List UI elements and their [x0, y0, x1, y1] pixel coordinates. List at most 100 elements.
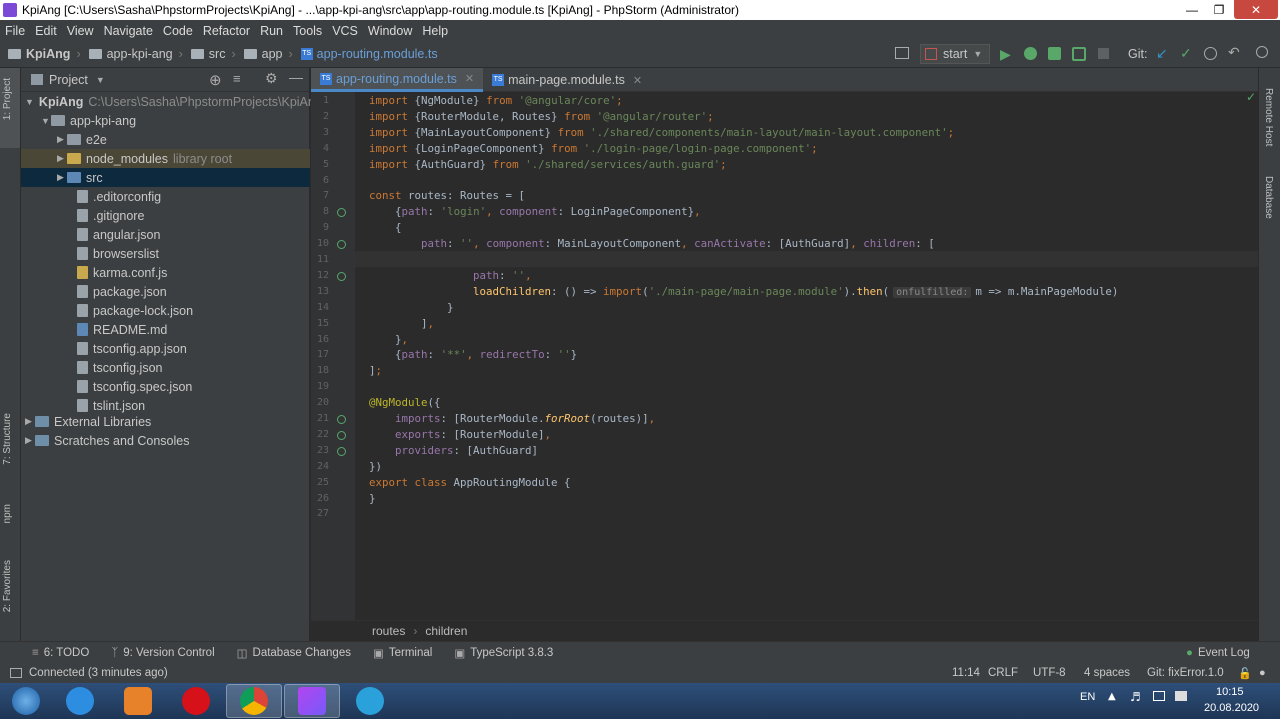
- code-line[interactable]: import {NgModule} from '@angular/core';: [369, 93, 623, 109]
- code-editor[interactable]: import {NgModule} from '@angular/core'; i…: [355, 92, 1258, 620]
- taskbar-internet-explorer[interactable]: [52, 684, 108, 718]
- line-number[interactable]: 3: [311, 127, 329, 138]
- code-line[interactable]: }: [369, 491, 376, 507]
- taskbar-phpstorm[interactable]: [284, 684, 340, 718]
- tree-item-app-kpi-ang[interactable]: ▼ app-kpi-ang: [21, 111, 310, 130]
- line-number[interactable]: 21: [311, 413, 329, 424]
- tree-item-editorconfig[interactable]: .editorconfig: [21, 187, 310, 206]
- code-line[interactable]: ],: [369, 316, 434, 332]
- typescript-tool-button[interactable]: ▣ TypeScript 3.8.3: [454, 646, 553, 660]
- debug-icon[interactable]: [1024, 47, 1037, 60]
- close-tab-icon[interactable]: ✕: [633, 74, 642, 87]
- line-number[interactable]: 2: [311, 111, 329, 122]
- maximize-button[interactable]: ❐: [1206, 0, 1232, 19]
- todo-tool-button[interactable]: ≡ 6: TODO: [32, 647, 89, 659]
- search-icon[interactable]: [1256, 46, 1268, 58]
- inspection-ok-icon[interactable]: ✓: [1246, 90, 1256, 104]
- tree-item-package-lock-json[interactable]: package-lock.json: [21, 301, 310, 320]
- line-number[interactable]: 7: [311, 190, 329, 201]
- indent-settings[interactable]: 4 spaces: [1084, 667, 1130, 679]
- tree-item-browserslist[interactable]: browserslist: [21, 244, 310, 263]
- line-number[interactable]: 18: [311, 365, 329, 376]
- collapse-all-icon[interactable]: ≡: [233, 71, 241, 86]
- code-line[interactable]: path: '',: [369, 268, 532, 284]
- git-commit-icon[interactable]: ✓: [1180, 45, 1192, 62]
- line-number[interactable]: 16: [311, 334, 329, 345]
- line-number[interactable]: 6: [311, 175, 329, 186]
- tool-tab-favorites[interactable]: 2: Favorites: [2, 560, 13, 612]
- tree-item-tsconfig[interactable]: tsconfig.json: [21, 358, 310, 377]
- line-number[interactable]: 9: [311, 222, 329, 233]
- code-line[interactable]: export class AppRoutingModule {: [369, 475, 571, 491]
- code-line[interactable]: loadChildren: () => import('./main-page/…: [369, 284, 1118, 300]
- code-line[interactable]: path: '', component: MainLayoutComponent…: [369, 236, 935, 252]
- terminal-tool-button[interactable]: ▣ Terminal: [373, 646, 432, 660]
- line-number[interactable]: 22: [311, 429, 329, 440]
- notifications-icon[interactable]: ●: [1259, 667, 1266, 679]
- stop-icon[interactable]: [1098, 48, 1109, 59]
- code-line[interactable]: import {RouterModule, Routes} from '@ang…: [369, 109, 714, 125]
- taskbar-media-player[interactable]: [110, 684, 166, 718]
- tree-item-scratches[interactable]: ▶ Scratches and Consoles: [21, 431, 310, 450]
- tree-item-node-modules[interactable]: ▶ node_modules library root: [21, 149, 310, 168]
- tool-tab-project[interactable]: 1: Project: [2, 78, 13, 120]
- run-icon[interactable]: ▶: [1000, 46, 1011, 63]
- tree-item-kpiang[interactable]: ▼ KpiAng C:\Users\Sasha\PhpstormProjects\K…: [21, 92, 322, 111]
- breadcrumb-app-kpi-ang[interactable]: app-kpi-ang ›: [88, 47, 183, 61]
- code-line[interactable]: import {MainLayoutComponent} from './sha…: [369, 125, 954, 141]
- volume-icon[interactable]: ♬: [1130, 690, 1141, 704]
- minimize-button[interactable]: —: [1180, 0, 1204, 19]
- code-line[interactable]: providers: [AuthGuard]: [369, 443, 538, 459]
- line-number[interactable]: 19: [311, 381, 329, 392]
- coverage-icon[interactable]: [1048, 47, 1061, 60]
- line-number[interactable]: 8: [311, 206, 329, 217]
- profile-icon[interactable]: [1072, 47, 1086, 61]
- taskbar-chrome[interactable]: [226, 684, 282, 718]
- menu-window[interactable]: Window: [363, 24, 417, 38]
- code-line[interactable]: import {LoginPageComponent} from './logi…: [369, 141, 818, 157]
- input-language[interactable]: EN: [1080, 691, 1095, 703]
- event-log-tool-button[interactable]: ● Event Log: [1186, 647, 1250, 659]
- line-number[interactable]: 14: [311, 302, 329, 313]
- rollback-icon[interactable]: ↶: [1228, 44, 1240, 61]
- menu-code[interactable]: Code: [158, 24, 198, 38]
- code-line[interactable]: },: [369, 332, 408, 348]
- line-number[interactable]: 27: [311, 508, 329, 519]
- hide-panel-icon[interactable]: —: [289, 69, 303, 85]
- line-separator[interactable]: CRLF: [988, 667, 1018, 679]
- code-line[interactable]: {path: '**', redirectTo: ''}: [369, 347, 577, 363]
- line-number[interactable]: 13: [311, 286, 329, 297]
- menu-file[interactable]: File: [0, 24, 30, 38]
- tray-expand-icon[interactable]: ▲: [1108, 691, 1116, 702]
- taskbar-telegram[interactable]: [342, 684, 398, 718]
- menu-view[interactable]: View: [62, 24, 99, 38]
- clock-date[interactable]: 20.08.2020: [1204, 702, 1259, 714]
- tree-item-src[interactable]: ▶ src: [21, 168, 310, 187]
- implementation-marker-icon[interactable]: [337, 430, 346, 440]
- implementation-marker-icon[interactable]: [337, 208, 346, 218]
- menu-edit[interactable]: Edit: [30, 24, 62, 38]
- network-icon[interactable]: [1153, 691, 1165, 701]
- tree-item-angular-json[interactable]: angular.json: [21, 225, 310, 244]
- menu-run[interactable]: Run: [255, 24, 288, 38]
- breadcrumb-src[interactable]: src ›: [190, 47, 236, 61]
- code-line[interactable]: exports: [RouterModule],: [369, 427, 551, 443]
- version-control-tool-button[interactable]: ᛉ 9: Version Control: [111, 647, 214, 659]
- database-changes-tool-button[interactable]: ◫ Database Changes: [237, 646, 351, 660]
- caret-position[interactable]: 11:14: [952, 667, 980, 679]
- code-line[interactable]: const routes: Routes = [: [369, 188, 525, 204]
- line-number[interactable]: 20: [311, 397, 329, 408]
- code-line[interactable]: ];: [369, 363, 382, 379]
- run-config-select[interactable]: start ▼: [920, 44, 990, 64]
- tree-item-tsconfig-spec[interactable]: tsconfig.spec.json: [21, 377, 310, 396]
- project-view-select[interactable]: Project: [49, 73, 88, 87]
- line-number[interactable]: 1: [311, 95, 329, 106]
- menu-vcs[interactable]: VCS: [327, 24, 363, 38]
- tree-item-tsconfig-app[interactable]: tsconfig.app.json: [21, 339, 310, 358]
- breadcrumb-routes[interactable]: routes: [372, 624, 405, 638]
- code-line[interactable]: imports: [RouterModule.forRoot(routes)],: [369, 411, 655, 427]
- code-line[interactable]: import {AuthGuard} from './shared/servic…: [369, 157, 727, 173]
- editor-gutter[interactable]: 1 2 3 4 5 6 7 8 9 10 11 12 13 14 15 16 17 18 19 20 21 22 23 24 2…: [311, 92, 355, 620]
- locate-icon[interactable]: ⊕: [209, 71, 222, 89]
- action-center-icon[interactable]: [1175, 691, 1187, 701]
